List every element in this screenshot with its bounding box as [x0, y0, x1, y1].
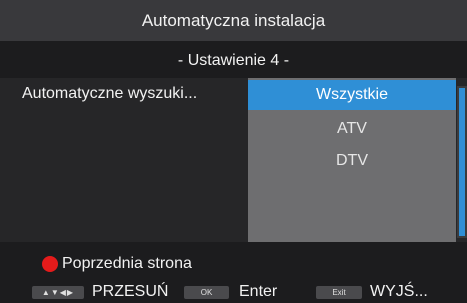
arrow-keys-icon: ▲▼◀▶: [32, 286, 84, 299]
option-atv[interactable]: ATV: [248, 114, 456, 144]
menu-subtitle: - Ustawienie 4 -: [177, 52, 290, 69]
previous-page-label: Poprzednia strona: [62, 255, 192, 272]
red-button-icon: [42, 256, 58, 272]
previous-page-hint[interactable]: Poprzednia strona: [42, 254, 192, 274]
menu-title-bar: Automatyczna instalacja: [0, 0, 467, 41]
option-dtv[interactable]: DTV: [248, 146, 456, 176]
ok-key-icon: OK: [184, 286, 229, 299]
auto-search-label[interactable]: Automatyczne wyszuki...: [22, 85, 242, 107]
move-hint-label: PRZESUŃ: [92, 283, 169, 300]
exit-key-icon: Exit: [316, 286, 362, 299]
dropdown-scrollbar[interactable]: [457, 86, 467, 238]
option-all[interactable]: Wszystkie: [248, 80, 456, 110]
enter-hint-label: Enter: [239, 283, 278, 300]
scrollbar-thumb[interactable]: [459, 88, 465, 236]
auto-search-dropdown[interactable]: Wszystkie ATV DTV: [248, 78, 456, 242]
tv-menu-screen: Automatyczna instalacja - Ustawienie 4 -…: [0, 0, 467, 303]
menu-title: Automatyczna instalacja: [141, 10, 326, 30]
exit-hint-label: WYJŚ...: [370, 283, 428, 300]
